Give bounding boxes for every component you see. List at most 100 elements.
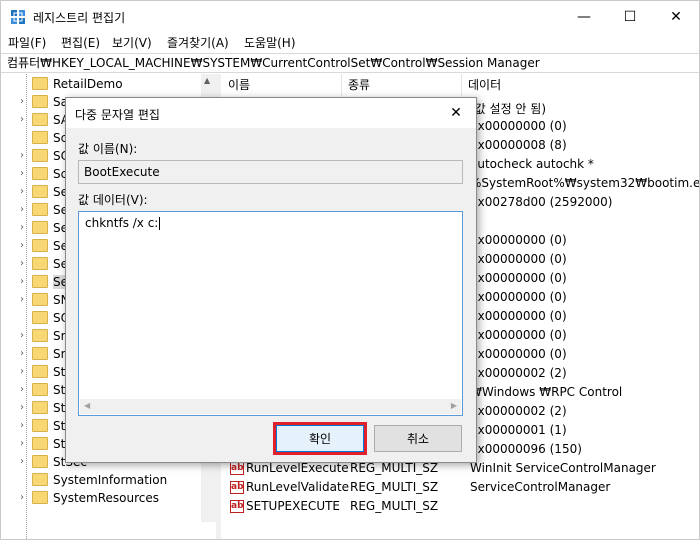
chevron-right-icon[interactable]: › — [20, 258, 24, 269]
string-value-icon: ab — [230, 500, 244, 513]
value-type: REG_MULTI_SZ — [350, 480, 439, 494]
value-data: 0x00000000 (0) — [470, 290, 567, 304]
string-value-icon: ab — [230, 481, 244, 494]
folder-icon — [32, 239, 48, 252]
column-header-name[interactable]: 이름 — [222, 74, 342, 96]
tree-item-label: Sr — [53, 329, 66, 343]
minimize-button[interactable]: — — [561, 1, 607, 32]
cancel-button[interactable]: 취소 — [374, 425, 462, 452]
value-data-text: chkntfs /x c: — [85, 216, 161, 230]
scroll-left-arrow-icon[interactable]: ◀ — [84, 401, 90, 410]
chevron-right-icon[interactable]: › — [20, 150, 24, 161]
chevron-right-icon[interactable]: › — [20, 96, 24, 107]
tree-item-label: RetailDemo — [53, 77, 123, 91]
textarea-horizontal-scrollbar[interactable]: ◀ ▶ — [80, 399, 461, 414]
value-data: 0x00000000 (0) — [470, 119, 567, 133]
chevron-right-icon[interactable]: › — [20, 222, 24, 233]
folder-icon — [32, 347, 48, 360]
chevron-right-icon[interactable]: › — [20, 384, 24, 395]
scroll-right-arrow-icon[interactable]: ▶ — [451, 401, 457, 410]
tree-item[interactable]: RetailDemo — [1, 75, 216, 94]
tree-item-label: St — [53, 419, 66, 433]
menu-bar: 파일(F) 편집(E) 보기(V) 즐겨찾기(A) 도움말(H) — [1, 32, 699, 52]
value-data: 0x00000002 (2) — [470, 366, 567, 380]
tree-item-label: SystemResources — [53, 491, 160, 505]
chevron-right-icon[interactable]: › — [20, 240, 24, 251]
folder-icon — [32, 257, 48, 270]
chevron-right-icon[interactable]: › — [20, 492, 24, 503]
close-window-button[interactable]: ✕ — [653, 1, 699, 32]
folder-icon — [32, 293, 48, 306]
scroll-up-arrow-icon[interactable]: ▲ — [204, 76, 210, 85]
folder-icon — [32, 455, 48, 468]
value-data: ServiceControlManager — [470, 480, 611, 494]
value-data: 0x00000000 (0) — [470, 252, 567, 266]
value-data-textarea[interactable]: chkntfs /x c: ◀ ▶ — [78, 211, 463, 416]
folder-icon — [32, 131, 48, 144]
menu-file[interactable]: 파일(F) — [8, 34, 46, 51]
menu-favorites[interactable]: 즐겨찾기(A) — [167, 34, 229, 51]
value-data: 0x00000000 (0) — [470, 271, 567, 285]
string-value-icon: ab — [230, 462, 244, 475]
chevron-right-icon[interactable]: › — [20, 348, 24, 359]
folder-icon — [32, 113, 48, 126]
column-header-data[interactable]: 데이터 — [462, 74, 699, 96]
chevron-right-icon[interactable]: › — [20, 438, 24, 449]
folder-icon — [32, 365, 48, 378]
registry-editor-window: 레지스트리 편집기 — ☐ ✕ 파일(F) 편집(E) 보기(V) 즐겨찾기(A… — [0, 0, 700, 540]
tree-item-label: St — [53, 383, 66, 397]
value-name-field[interactable]: BootExecute — [78, 160, 463, 184]
folder-icon — [32, 383, 48, 396]
tree-item-label: St — [53, 365, 66, 379]
value-data: (값 설정 안 됨) — [470, 102, 547, 116]
value-data: %SystemRoot%₩system32₩bootim.exe — [470, 176, 700, 190]
window-title: 레지스트리 편집기 — [33, 11, 126, 25]
folder-icon — [32, 77, 48, 90]
folder-icon — [32, 203, 48, 216]
folder-icon — [32, 419, 48, 432]
value-name: RunLevelValidate — [246, 480, 350, 494]
menu-help[interactable]: 도움말(H) — [244, 34, 296, 51]
value-name: SETUPEXECUTE — [246, 499, 341, 513]
tree-item-label: Sr — [53, 347, 66, 361]
folder-icon — [32, 329, 48, 342]
chevron-right-icon[interactable]: › — [20, 168, 24, 179]
folder-icon — [32, 185, 48, 198]
column-header-type[interactable]: 종류 — [342, 74, 462, 96]
dialog-close-icon[interactable]: ✕ — [442, 102, 470, 124]
edit-multi-string-dialog: 다중 문자열 편집 ✕ 값 이름(N): BootExecute 값 데이터(V… — [65, 97, 477, 463]
tree-item[interactable]: › SystemResources — [1, 489, 216, 508]
chevron-right-icon[interactable]: › — [20, 294, 24, 305]
chevron-right-icon[interactable]: › — [20, 114, 24, 125]
chevron-right-icon[interactable]: › — [20, 276, 24, 287]
chevron-right-icon[interactable]: › — [20, 186, 24, 197]
folder-icon — [32, 167, 48, 180]
chevron-right-icon[interactable]: › — [20, 456, 24, 467]
tree-item[interactable]: SystemInformation — [1, 471, 216, 490]
folder-icon — [32, 221, 48, 234]
chevron-right-icon[interactable]: › — [20, 204, 24, 215]
value-data: 0x00000001 (1) — [470, 423, 567, 437]
tree-item-label: St — [53, 401, 66, 415]
menu-edit[interactable]: 편집(E) — [61, 34, 100, 51]
chevron-right-icon[interactable]: › — [20, 330, 24, 341]
value-data: 0x00278d00 (2592000) — [470, 195, 613, 209]
maximize-button[interactable]: ☐ — [607, 1, 653, 32]
chevron-right-icon[interactable]: › — [20, 366, 24, 377]
tree-item-label: SystemInformation — [53, 473, 168, 487]
ok-button[interactable]: 확인 — [276, 425, 364, 452]
chevron-right-icon[interactable]: › — [20, 420, 24, 431]
folder-icon — [32, 491, 48, 504]
value-data: 0x00000000 (0) — [470, 328, 567, 342]
address-bar[interactable]: 컴퓨터₩HKEY_LOCAL_MACHINE₩SYSTEM₩CurrentCon… — [1, 53, 699, 73]
menu-view[interactable]: 보기(V) — [112, 34, 152, 51]
list-item[interactable]: ab RunLevelValidate REG_MULTI_SZ ServiceCon… — [222, 478, 699, 497]
chevron-right-icon[interactable]: › — [20, 402, 24, 413]
value-type: REG_MULTI_SZ — [350, 499, 439, 513]
folder-icon — [32, 401, 48, 414]
value-data-label: 값 데이터(V): — [78, 193, 148, 207]
dialog-title: 다중 문자열 편집 — [75, 108, 160, 122]
list-item[interactable]: ab SETUPEXECUTE REG_MULTI_SZ — [222, 497, 699, 516]
value-data: 0x00000002 (2) — [470, 404, 567, 418]
value-data: 0x00000008 (8) — [470, 138, 567, 152]
